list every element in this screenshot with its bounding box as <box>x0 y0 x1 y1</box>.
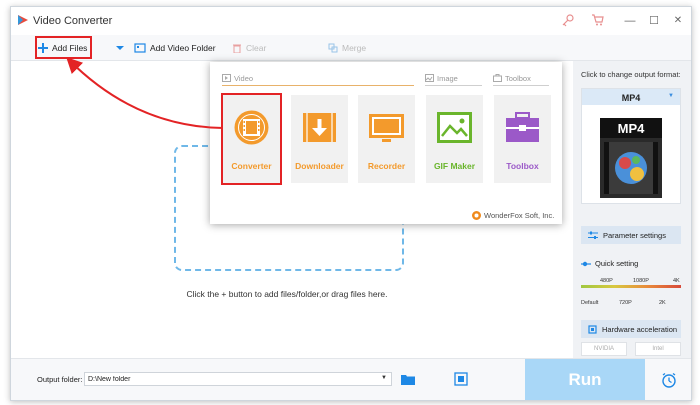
sliders-icon <box>588 231 598 239</box>
quality-4k: 4K <box>673 278 680 284</box>
run-button[interactable]: Run <box>525 359 645 400</box>
quality-slider[interactable] <box>581 285 681 288</box>
quick-setting: Quick setting <box>581 259 638 268</box>
quality-2k: 2K <box>659 300 666 306</box>
parameter-settings-label: Parameter settings <box>603 230 666 240</box>
chip-icon <box>588 324 597 334</box>
chevron-down-icon[interactable]: ▼ <box>381 375 387 381</box>
quality-480p: 480P <box>600 278 613 284</box>
mp4-format-icon: MP4 <box>600 118 662 198</box>
format-name: MP4 <box>621 93 641 103</box>
quality-720p: 720P <box>619 300 632 306</box>
intel-option[interactable]: Intel <box>635 342 681 356</box>
quick-setting-label: Quick setting <box>595 259 639 268</box>
open-folder-icon[interactable] <box>401 373 415 385</box>
nvidia-option[interactable]: NVIDIA <box>581 342 627 356</box>
hardware-acceleration-label: Hardware acceleration <box>602 324 678 334</box>
chevron-down-icon[interactable]: ▼ <box>668 93 674 99</box>
output-panel: Click to change output format: MP4 ▼ MP4 <box>573 61 691 358</box>
bottom-bar: Output folder: ▼ Run <box>11 358 691 400</box>
output-folder-label: Output folder: <box>37 375 83 384</box>
alarm-clock-icon[interactable] <box>661 372 677 388</box>
quality-1080p: 1080P <box>633 278 649 284</box>
output-format-title: Click to change output format: <box>581 70 681 79</box>
quick-setting-slider-icon <box>581 261 591 266</box>
quality-default: Default <box>581 300 599 306</box>
format-selector[interactable]: MP4 ▼ MP4 <box>581 88 681 204</box>
film-preview-icon[interactable] <box>454 372 468 386</box>
output-folder-input[interactable] <box>84 372 392 386</box>
app-window: Video Converter — ☐ ✕ Add Files Add Vide… <box>10 6 692 401</box>
format-header: MP4 ▼ <box>582 89 680 105</box>
mp4-format-thumb-label: MP4 <box>618 121 646 136</box>
parameter-settings-button[interactable]: Parameter settings <box>581 226 681 244</box>
hardware-acceleration-button[interactable]: Hardware acceleration <box>581 320 681 338</box>
